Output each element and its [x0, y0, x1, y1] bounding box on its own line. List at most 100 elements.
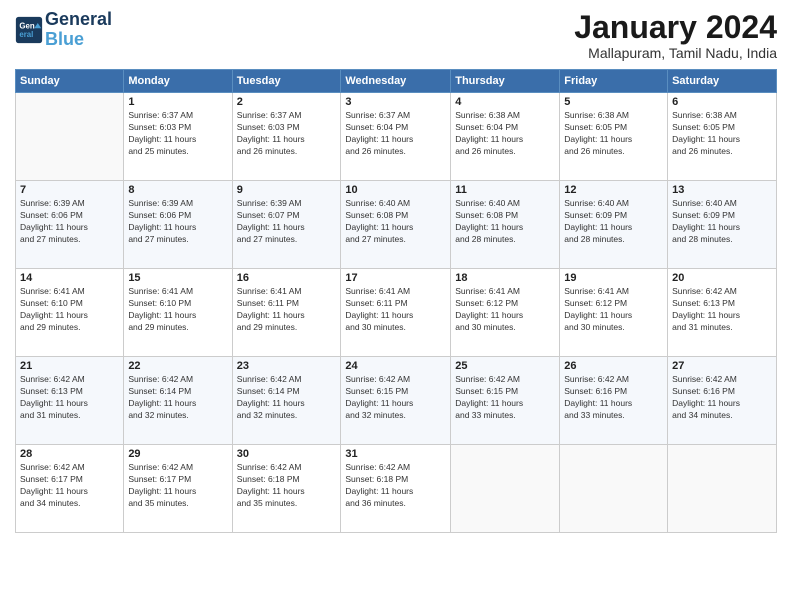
day-info: Sunrise: 6:41 AM Sunset: 6:12 PM Dayligh…: [455, 286, 555, 334]
header-cell-thursday: Thursday: [451, 70, 560, 93]
day-number: 26: [564, 360, 663, 372]
day-info: Sunrise: 6:37 AM Sunset: 6:04 PM Dayligh…: [345, 110, 446, 158]
day-cell: 13 Sunrise: 6:40 AM Sunset: 6:09 PM Dayli…: [668, 181, 777, 269]
day-cell: 1Sunrise: 6:37 AM Sunset: 6:03 PM Daylig…: [124, 93, 232, 181]
logo-line1: General: [45, 10, 112, 30]
day-cell: 5Sunrise: 6:38 AM Sunset: 6:05 PM Daylig…: [560, 93, 668, 181]
day-number: 30: [237, 448, 337, 460]
day-info: Sunrise: 6:38 AM Sunset: 6:05 PM Dayligh…: [564, 110, 663, 158]
day-number: 6: [672, 96, 772, 108]
day-info: Sunrise: 6:42 AM Sunset: 6:17 PM Dayligh…: [20, 462, 119, 510]
header-cell-friday: Friday: [560, 70, 668, 93]
day-cell: 28 Sunrise: 6:42 AM Sunset: 6:17 PM Dayli…: [16, 445, 124, 533]
day-cell: 4 Sunrise: 6:38 AM Sunset: 6:04 PM Daylig…: [451, 93, 560, 181]
day-cell: 27 Sunrise: 6:42 AM Sunset: 6:16 PM Dayli…: [668, 357, 777, 445]
day-info: Sunrise: 6:39 AM Sunset: 6:06 PM Dayligh…: [20, 198, 119, 246]
day-cell: 20 Sunrise: 6:42 AM Sunset: 6:13 PM Dayli…: [668, 269, 777, 357]
svg-text:Gen: Gen: [19, 21, 34, 30]
day-cell: 18 Sunrise: 6:41 AM Sunset: 6:12 PM Dayli…: [451, 269, 560, 357]
day-number: 22: [128, 360, 227, 372]
day-number: 14: [20, 272, 119, 284]
day-number: 25: [455, 360, 555, 372]
page: Gen eral General Blue January 2024 Malla…: [0, 0, 792, 543]
day-info: Sunrise: 6:42 AM Sunset: 6:16 PM Dayligh…: [672, 374, 772, 422]
day-info: Sunrise: 6:40 AM Sunset: 6:09 PM Dayligh…: [564, 198, 663, 246]
day-cell: 12 Sunrise: 6:40 AM Sunset: 6:09 PM Dayli…: [560, 181, 668, 269]
header-cell-sunday: Sunday: [16, 70, 124, 93]
day-cell: 21 Sunrise: 6:42 AM Sunset: 6:13 PM Dayli…: [16, 357, 124, 445]
day-info: Sunrise: 6:42 AM Sunset: 6:14 PM Dayligh…: [237, 374, 337, 422]
day-number: 12: [564, 184, 663, 196]
day-number: 7: [20, 184, 119, 196]
day-info: Sunrise: 6:38 AM Sunset: 6:04 PM Dayligh…: [455, 110, 555, 158]
day-cell: 9Sunrise: 6:39 AM Sunset: 6:07 PM Daylig…: [232, 181, 341, 269]
svg-text:eral: eral: [19, 30, 33, 39]
day-number: 29: [128, 448, 227, 460]
day-cell: 26 Sunrise: 6:42 AM Sunset: 6:16 PM Dayli…: [560, 357, 668, 445]
header-row: SundayMondayTuesdayWednesdayThursdayFrid…: [16, 70, 777, 93]
day-cell: [560, 445, 668, 533]
day-info: Sunrise: 6:42 AM Sunset: 6:15 PM Dayligh…: [455, 374, 555, 422]
day-number: 4: [455, 96, 555, 108]
day-cell: 22 Sunrise: 6:42 AM Sunset: 6:14 PM Dayli…: [124, 357, 232, 445]
day-info: Sunrise: 6:42 AM Sunset: 6:18 PM Dayligh…: [237, 462, 337, 510]
day-cell: 10 Sunrise: 6:40 AM Sunset: 6:08 PM Dayli…: [341, 181, 451, 269]
day-number: 13: [672, 184, 772, 196]
day-number: 10: [345, 184, 446, 196]
day-info: Sunrise: 6:41 AM Sunset: 6:11 PM Dayligh…: [237, 286, 337, 334]
week-row-4: 28 Sunrise: 6:42 AM Sunset: 6:17 PM Dayli…: [16, 445, 777, 533]
calendar-table: SundayMondayTuesdayWednesdayThursdayFrid…: [15, 69, 777, 533]
day-number: 31: [345, 448, 446, 460]
day-info: Sunrise: 6:40 AM Sunset: 6:08 PM Dayligh…: [345, 198, 446, 246]
day-number: 18: [455, 272, 555, 284]
day-info: Sunrise: 6:38 AM Sunset: 6:05 PM Dayligh…: [672, 110, 772, 158]
day-cell: 14Sunrise: 6:41 AM Sunset: 6:10 PM Dayli…: [16, 269, 124, 357]
day-number: 24: [345, 360, 446, 372]
week-row-0: 1Sunrise: 6:37 AM Sunset: 6:03 PM Daylig…: [16, 93, 777, 181]
day-cell: 7 Sunrise: 6:39 AM Sunset: 6:06 PM Daylig…: [16, 181, 124, 269]
day-number: 2: [237, 96, 337, 108]
day-info: Sunrise: 6:41 AM Sunset: 6:11 PM Dayligh…: [345, 286, 446, 334]
day-info: Sunrise: 6:42 AM Sunset: 6:14 PM Dayligh…: [128, 374, 227, 422]
day-cell: 25 Sunrise: 6:42 AM Sunset: 6:15 PM Dayli…: [451, 357, 560, 445]
day-info: Sunrise: 6:40 AM Sunset: 6:09 PM Dayligh…: [672, 198, 772, 246]
day-number: 1: [128, 96, 227, 108]
day-cell: 6 Sunrise: 6:38 AM Sunset: 6:05 PM Daylig…: [668, 93, 777, 181]
header-cell-saturday: Saturday: [668, 70, 777, 93]
day-number: 9: [237, 184, 337, 196]
day-info: Sunrise: 6:41 AM Sunset: 6:12 PM Dayligh…: [564, 286, 663, 334]
day-cell: [668, 445, 777, 533]
week-row-1: 7 Sunrise: 6:39 AM Sunset: 6:06 PM Daylig…: [16, 181, 777, 269]
day-info: Sunrise: 6:42 AM Sunset: 6:18 PM Dayligh…: [345, 462, 446, 510]
day-cell: 23 Sunrise: 6:42 AM Sunset: 6:14 PM Dayli…: [232, 357, 341, 445]
day-number: 19: [564, 272, 663, 284]
header-cell-wednesday: Wednesday: [341, 70, 451, 93]
day-info: Sunrise: 6:42 AM Sunset: 6:15 PM Dayligh…: [345, 374, 446, 422]
day-info: Sunrise: 6:41 AM Sunset: 6:10 PM Dayligh…: [128, 286, 227, 334]
day-cell: 11Sunrise: 6:40 AM Sunset: 6:08 PM Dayli…: [451, 181, 560, 269]
day-info: Sunrise: 6:42 AM Sunset: 6:16 PM Dayligh…: [564, 374, 663, 422]
day-cell: 16Sunrise: 6:41 AM Sunset: 6:11 PM Dayli…: [232, 269, 341, 357]
header-cell-tuesday: Tuesday: [232, 70, 341, 93]
day-number: 20: [672, 272, 772, 284]
day-info: Sunrise: 6:42 AM Sunset: 6:17 PM Dayligh…: [128, 462, 227, 510]
day-cell: 31 Sunrise: 6:42 AM Sunset: 6:18 PM Dayli…: [341, 445, 451, 533]
day-cell: 2Sunrise: 6:37 AM Sunset: 6:03 PM Daylig…: [232, 93, 341, 181]
day-number: 17: [345, 272, 446, 284]
day-number: 3: [345, 96, 446, 108]
day-number: 23: [237, 360, 337, 372]
day-info: Sunrise: 6:42 AM Sunset: 6:13 PM Dayligh…: [672, 286, 772, 334]
day-number: 11: [455, 184, 555, 196]
day-info: Sunrise: 6:42 AM Sunset: 6:13 PM Dayligh…: [20, 374, 119, 422]
title-block: January 2024 Mallapuram, Tamil Nadu, Ind…: [574, 10, 777, 61]
day-number: 28: [20, 448, 119, 460]
day-cell: 24 Sunrise: 6:42 AM Sunset: 6:15 PM Dayli…: [341, 357, 451, 445]
logo-line2: Blue: [45, 29, 84, 49]
day-number: 21: [20, 360, 119, 372]
day-cell: 3 Sunrise: 6:37 AM Sunset: 6:04 PM Daylig…: [341, 93, 451, 181]
day-cell: [451, 445, 560, 533]
location-title: Mallapuram, Tamil Nadu, India: [574, 45, 777, 61]
day-cell: 8Sunrise: 6:39 AM Sunset: 6:06 PM Daylig…: [124, 181, 232, 269]
day-cell: 17 Sunrise: 6:41 AM Sunset: 6:11 PM Dayli…: [341, 269, 451, 357]
day-number: 27: [672, 360, 772, 372]
